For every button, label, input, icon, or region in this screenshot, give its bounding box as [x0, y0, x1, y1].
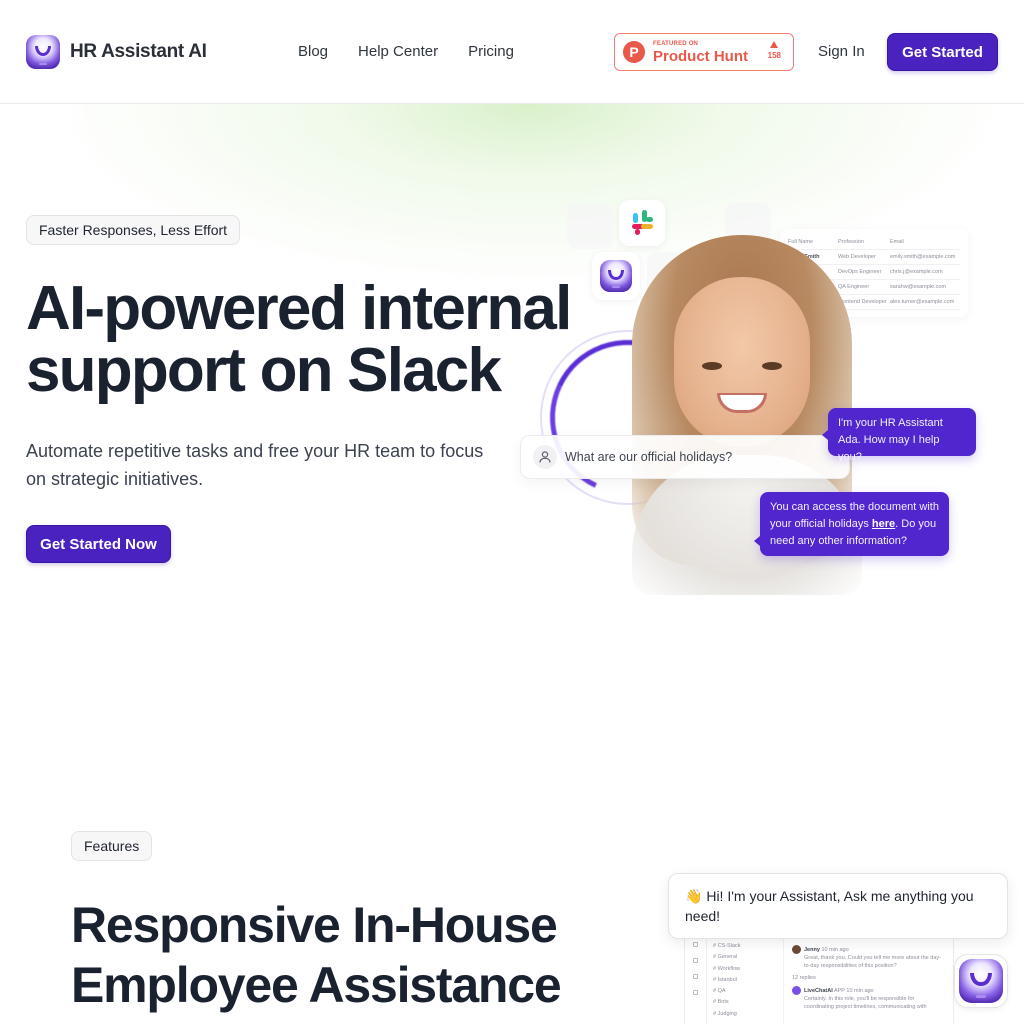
- cell: chris.j@example.com: [890, 269, 943, 275]
- brand-logo-link[interactable]: HR Assistant AI: [26, 35, 207, 69]
- channel-item: # Workflow: [713, 965, 741, 972]
- assistant-logo-icon: [959, 959, 1003, 1003]
- get-started-button[interactable]: Get Started: [887, 33, 998, 71]
- user-question-card: What are our official holidays?: [520, 435, 850, 479]
- hero-title-line2: support on Slack: [26, 336, 502, 405]
- features-title-line1: Responsive In-House: [71, 897, 558, 953]
- cell: alex.turner@example.com: [890, 299, 955, 305]
- channel-item: # QA: [713, 988, 726, 995]
- msg-text: Great, thank you. Could you tell me more…: [804, 955, 941, 969]
- nav-blog[interactable]: Blog: [298, 43, 328, 60]
- chat-launcher-button[interactable]: [954, 954, 1008, 1008]
- assistant-bubble-greeting: I'm your HR Assistant Ada. How may I hel…: [822, 408, 976, 463]
- ph-name: Product Hunt: [653, 47, 748, 65]
- product-hunt-icon: P: [623, 41, 645, 63]
- sign-in-link[interactable]: Sign In: [818, 43, 865, 60]
- features-title: Responsive In-House Employee Assistance: [71, 895, 562, 1015]
- msg-author: Jenny: [804, 946, 820, 953]
- features-title-line2: Employee Assistance: [71, 957, 562, 1013]
- hero-illustration: Full Name Profession Email Emily Smith W…: [512, 195, 1002, 605]
- channel-item: # General: [713, 954, 738, 961]
- channel-item: # Istanbul: [713, 976, 737, 983]
- msg-time: 10 min ago: [821, 946, 849, 953]
- upvote-triangle-icon: [770, 41, 779, 48]
- chat-greeting-popup[interactable]: 👋 Hi! I'm your Assistant, Ask me anythin…: [668, 873, 1008, 939]
- hero-subtitle: Automate repetitive tasks and free your …: [26, 441, 484, 489]
- nav-pricing[interactable]: Pricing: [468, 43, 514, 60]
- ph-featured-label: FEATURED ON: [653, 40, 699, 47]
- site-header: HR Assistant AI Blog Help Center Pricing…: [0, 0, 1024, 104]
- hero-tagline-badge: Faster Responses, Less Effort: [26, 215, 241, 245]
- slack-messages: Jenny 10 min ago Great, thank you. Could…: [783, 931, 953, 1024]
- user-question-text: What are our official holidays?: [565, 450, 733, 464]
- decor-tile: [567, 203, 613, 249]
- slack-preview-screenshot: # CS-Slack # General # Workflow # Istanb…: [684, 930, 954, 1024]
- hero-title: AI-powered internal support on Slack: [26, 278, 572, 405]
- reply-count: 12 replies: [792, 975, 816, 981]
- brand-name: HR Assistant AI: [70, 41, 207, 62]
- product-hunt-badge[interactable]: P FEATURED ON Product Hunt 158: [614, 33, 794, 71]
- chat-greeting-text: Hi! I'm your Assistant, Ask me anything …: [685, 888, 974, 924]
- msg-author: LiveChatAI: [804, 987, 833, 994]
- slack-channel-list: # CS-Slack # General # Workflow # Istanb…: [707, 941, 782, 1020]
- ph-votes: 158: [768, 41, 781, 60]
- cell: sarahw@example.com: [890, 284, 947, 290]
- msg-text: Certainly. In this role, you'll be respo…: [804, 996, 927, 1010]
- holidays-link[interactable]: here: [872, 518, 895, 530]
- channel-item: # Bots: [713, 999, 729, 1006]
- nav-help-center[interactable]: Help Center: [358, 43, 438, 60]
- features-badge: Features: [71, 831, 153, 861]
- livechatai-avatar: [792, 986, 801, 995]
- hero-title-line1: AI-powered internal: [26, 274, 572, 343]
- channel-item: # Judging: [713, 1010, 737, 1017]
- msg-time: 10 min ago: [846, 987, 874, 994]
- slack-sidebar-icons: [685, 931, 707, 1024]
- get-started-now-button[interactable]: Get Started Now: [26, 525, 171, 563]
- jenny-avatar: [792, 945, 801, 954]
- assistant-logo-icon: [26, 35, 60, 69]
- app-badge: APP: [833, 987, 845, 994]
- col-header: Email: [890, 239, 904, 245]
- main-nav: Blog Help Center Pricing: [298, 43, 514, 60]
- assistant-bubble-answer: You can access the document with your of…: [754, 492, 949, 556]
- channel-item: # CS-Slack: [713, 943, 741, 949]
- cell: emily.smith@example.com: [890, 254, 956, 260]
- ph-vote-count: 158: [767, 51, 781, 60]
- wave-icon: 👋: [685, 888, 703, 904]
- user-icon: [533, 445, 557, 469]
